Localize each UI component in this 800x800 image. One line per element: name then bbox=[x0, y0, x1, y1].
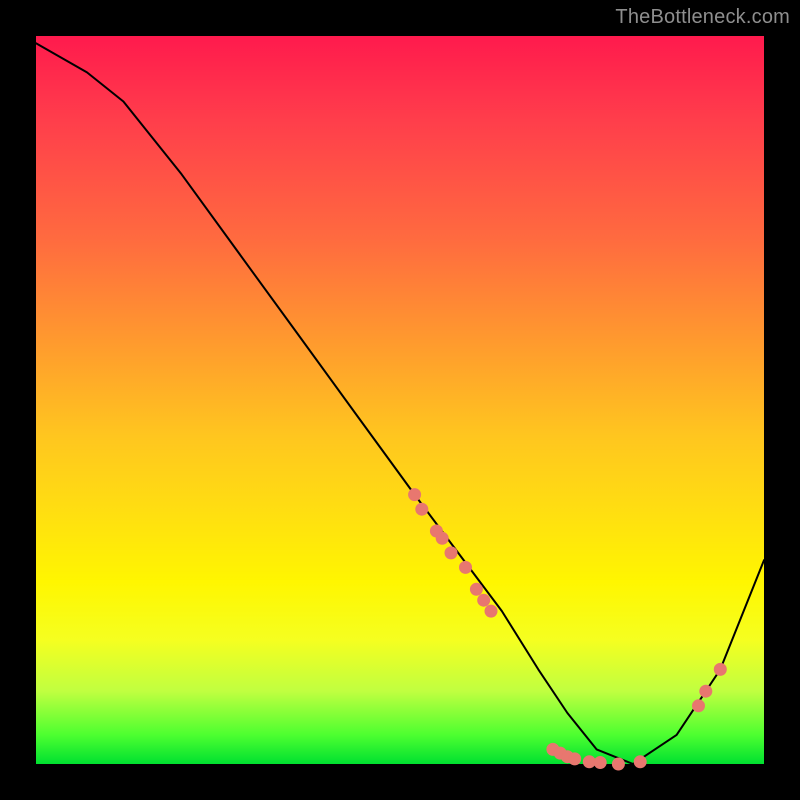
data-marker bbox=[485, 605, 497, 617]
data-marker bbox=[409, 489, 421, 501]
data-marker bbox=[470, 583, 482, 595]
data-marker bbox=[445, 547, 457, 559]
chart-frame: TheBottleneck.com bbox=[0, 0, 800, 800]
data-marker bbox=[436, 532, 448, 544]
watermark-text: TheBottleneck.com bbox=[615, 6, 790, 29]
curve-path-group bbox=[36, 43, 764, 764]
data-marker bbox=[594, 757, 606, 769]
curve-path bbox=[36, 43, 764, 764]
markers-group bbox=[409, 489, 727, 770]
curve-layer bbox=[36, 36, 764, 764]
data-marker bbox=[714, 663, 726, 675]
data-marker bbox=[693, 700, 705, 712]
data-marker bbox=[460, 561, 472, 573]
data-marker bbox=[416, 503, 428, 515]
data-marker bbox=[700, 685, 712, 697]
data-marker bbox=[569, 753, 581, 765]
data-marker bbox=[634, 756, 646, 768]
data-marker bbox=[478, 594, 490, 606]
data-marker bbox=[612, 758, 624, 770]
data-marker bbox=[583, 756, 595, 768]
plot-area bbox=[36, 36, 764, 764]
